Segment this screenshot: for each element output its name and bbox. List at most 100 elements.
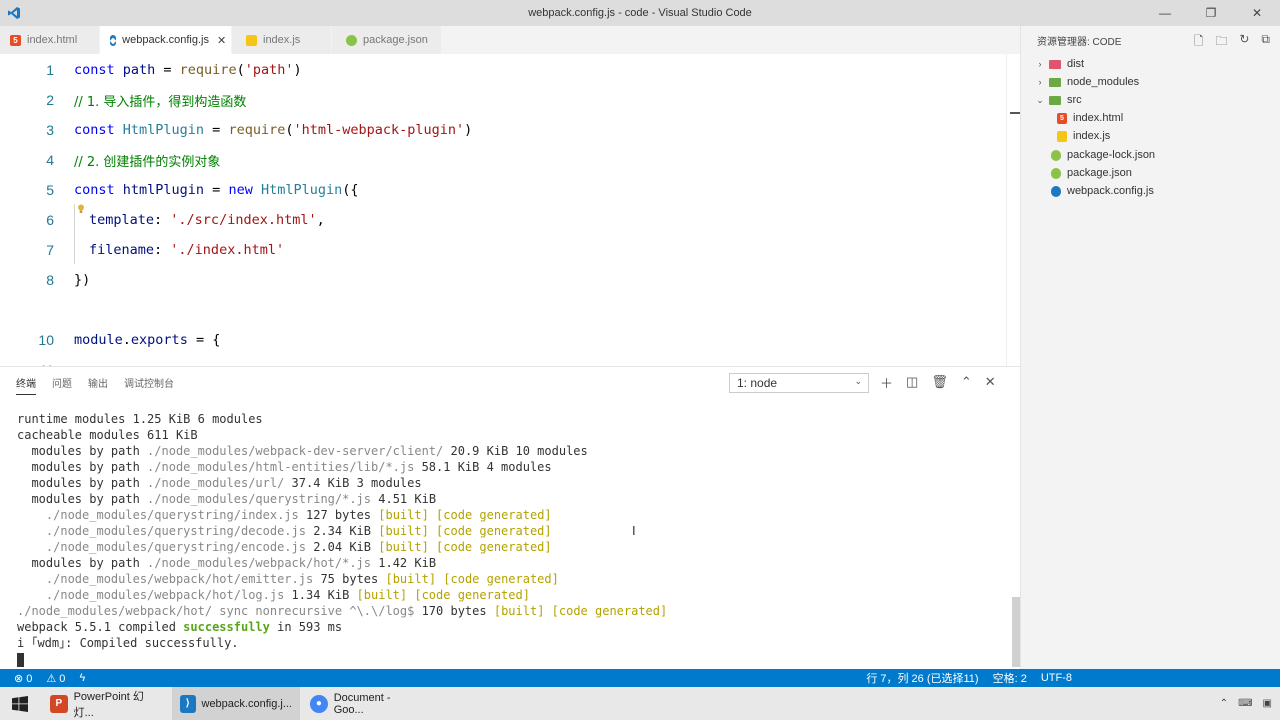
- tab-index-js[interactable]: index.js: [232, 26, 332, 54]
- tree-folder-dist[interactable]: › dist: [1021, 55, 1280, 73]
- terminal-select[interactable]: 1: node ⌄: [729, 373, 869, 393]
- html-file-icon: 5: [1057, 112, 1067, 124]
- webpack-file-icon: [1051, 185, 1061, 197]
- line-number: 4: [46, 152, 54, 168]
- tree-folder-node-modules[interactable]: › node_modules: [1021, 73, 1280, 91]
- line-number: 1: [46, 62, 54, 78]
- line-number: 7: [46, 242, 54, 258]
- tree-file-webpack-config[interactable]: webpack.config.js: [1021, 182, 1280, 200]
- notification-icon[interactable]: ▣: [1263, 698, 1272, 709]
- indent-guide: [74, 204, 75, 264]
- line-number: 2: [46, 92, 54, 108]
- line-number: 8: [46, 272, 54, 288]
- tab-debug-console[interactable]: 调试控制台: [124, 367, 174, 397]
- tray-chevron-icon[interactable]: ⌃: [1220, 698, 1228, 709]
- tab-output[interactable]: 输出: [88, 367, 108, 397]
- minimize-button[interactable]: —: [1142, 0, 1188, 26]
- terminal-line: ./node_modules/querystring/decode.js 2.3…: [17, 524, 552, 538]
- tree-item-label: package-lock.json: [1067, 149, 1156, 161]
- tree-item-label: dist: [1067, 58, 1085, 70]
- terminal-line: modules by path ./node_modules/url/ 37.4…: [17, 476, 422, 490]
- terminal-line: i ｢wdm｣: Compiled successfully.: [17, 636, 239, 650]
- line-number: 3: [46, 122, 54, 138]
- tab-index-html[interactable]: 5 index.html: [0, 26, 100, 54]
- tree-item-label: package.json: [1067, 167, 1132, 179]
- refresh-icon[interactable]: ↻: [1239, 32, 1249, 53]
- tab-package-json[interactable]: package.json: [332, 26, 442, 54]
- terminal-line: webpack 5.5.1 compiled successfully in 5…: [17, 620, 343, 634]
- tab-label: webpack.config.js: [122, 34, 209, 46]
- code-editor[interactable]: 1 const path = require('path') 2 // 1. 导…: [0, 54, 1020, 366]
- tab-label: index.html: [27, 34, 78, 46]
- terminal-line: ./node_modules/querystring/encode.js 2.0…: [17, 540, 552, 554]
- warnings-indicator[interactable]: ⚠ 0: [46, 672, 65, 685]
- line-number: 5: [46, 182, 54, 198]
- close-tab-icon[interactable]: ✕: [217, 34, 226, 47]
- code-line: 2 // 1. 导入插件，得到构造函数: [0, 85, 1005, 115]
- tree-file-package-lock[interactable]: package-lock.json: [1021, 146, 1280, 164]
- code-line: 11: [0, 355, 1005, 366]
- chevron-down-icon: ⌄: [1036, 94, 1044, 105]
- tree-item-label: index.html: [1073, 112, 1124, 124]
- code-line: 7 filename: './index.html': [0, 235, 1005, 265]
- tab-terminal[interactable]: 终端: [16, 367, 36, 397]
- terminal-line: runtime modules 1.25 KiB 6 modules: [17, 412, 263, 426]
- terminal-select-value: 1: node: [737, 376, 778, 390]
- input-method-icon[interactable]: ⌨: [1238, 698, 1252, 709]
- new-terminal-icon[interactable]: ＋: [880, 373, 893, 392]
- tab-problems[interactable]: 问题: [52, 367, 72, 397]
- json-file-icon: [1051, 167, 1061, 179]
- taskbar-item-powerpoint[interactable]: P PowerPoint 幻灯...: [42, 687, 170, 720]
- powerpoint-icon: P: [50, 694, 68, 713]
- chevron-down-icon: ⌄: [854, 376, 862, 386]
- code-line: 4 // 2. 创建插件的实例对象: [0, 145, 1005, 175]
- split-terminal-icon[interactable]: ◫: [906, 374, 918, 390]
- maximize-panel-icon[interactable]: ⌃: [961, 374, 972, 390]
- terminal-line: ./node_modules/webpack/hot/emitter.js 75…: [17, 572, 559, 586]
- taskbar-item-chrome[interactable]: ● Document - Goo...: [302, 687, 430, 720]
- new-folder-icon[interactable]: 🗀: [1215, 32, 1227, 53]
- errors-indicator[interactable]: ⊗ 0: [14, 672, 32, 685]
- tab-webpack-config[interactable]: ◆ webpack.config.js ✕: [100, 26, 232, 54]
- webpack-file-icon: ◆: [110, 34, 117, 46]
- maximize-button[interactable]: ❐: [1188, 0, 1234, 26]
- terminal-prompt: [17, 651, 667, 667]
- tree-item-label: node_modules: [1067, 76, 1140, 88]
- editor-scrollbar[interactable]: [1006, 54, 1020, 366]
- terminal-line: ./node_modules/webpack/hot/log.js 1.34 K…: [17, 588, 530, 602]
- terminal-scrollbar[interactable]: [1012, 597, 1020, 667]
- json-file-icon: [346, 34, 357, 46]
- html-file-icon: 5: [10, 34, 21, 46]
- new-file-icon[interactable]: 🗋: [1194, 32, 1204, 53]
- lightbulb-icon[interactable]: [77, 204, 85, 214]
- chevron-right-icon: ›: [1038, 77, 1042, 87]
- windows-start-icon[interactable]: [0, 687, 40, 720]
- encoding[interactable]: UTF-8: [1041, 672, 1072, 684]
- terminal-output[interactable]: runtime modules 1.25 KiB 6 modules cache…: [17, 411, 667, 667]
- tab-label: package.json: [363, 34, 428, 46]
- code-line: 6 template: './src/index.html',: [0, 205, 1005, 235]
- tab-label: index.js: [263, 34, 301, 46]
- tree-file-index-js[interactable]: index.js: [1021, 127, 1280, 145]
- terminal-line: modules by path ./node_modules/html-enti…: [17, 460, 552, 474]
- terminal-line: ./node_modules/querystring/index.js 127 …: [17, 508, 552, 522]
- tree-file-index-html[interactable]: 5 index.html: [1021, 109, 1280, 127]
- terminal-line: modules by path ./node_modules/webpack/h…: [17, 556, 437, 570]
- trash-icon[interactable]: 🗑: [931, 374, 948, 390]
- window-title: webpack.config.js - code - Visual Studio…: [528, 7, 752, 19]
- text-cursor-icon: I: [632, 523, 636, 538]
- indentation[interactable]: 空格: 2: [993, 670, 1027, 686]
- taskbar-item-vscode[interactable]: ⟩ webpack.config.j...: [172, 687, 300, 720]
- close-panel-icon[interactable]: ✕: [985, 374, 996, 390]
- taskbar-item-label: webpack.config.j...: [201, 697, 293, 710]
- collapse-all-icon[interactable]: ⧉: [1261, 32, 1270, 53]
- lightning-icon[interactable]: ϟ: [79, 672, 85, 684]
- cursor-position[interactable]: 行 7，列 26 (已选择11): [866, 670, 978, 686]
- tree-item-label: webpack.config.js: [1067, 185, 1154, 197]
- terminal-line: ./node_modules/webpack/hot/ sync nonrecu…: [17, 604, 668, 618]
- tree-item-label: index.js: [1073, 130, 1111, 142]
- tree-file-package-json[interactable]: package.json: [1021, 164, 1280, 182]
- folder-icon: [1049, 77, 1061, 87]
- tree-folder-src[interactable]: ⌄ src: [1021, 91, 1280, 109]
- close-window-button[interactable]: ✕: [1234, 0, 1280, 26]
